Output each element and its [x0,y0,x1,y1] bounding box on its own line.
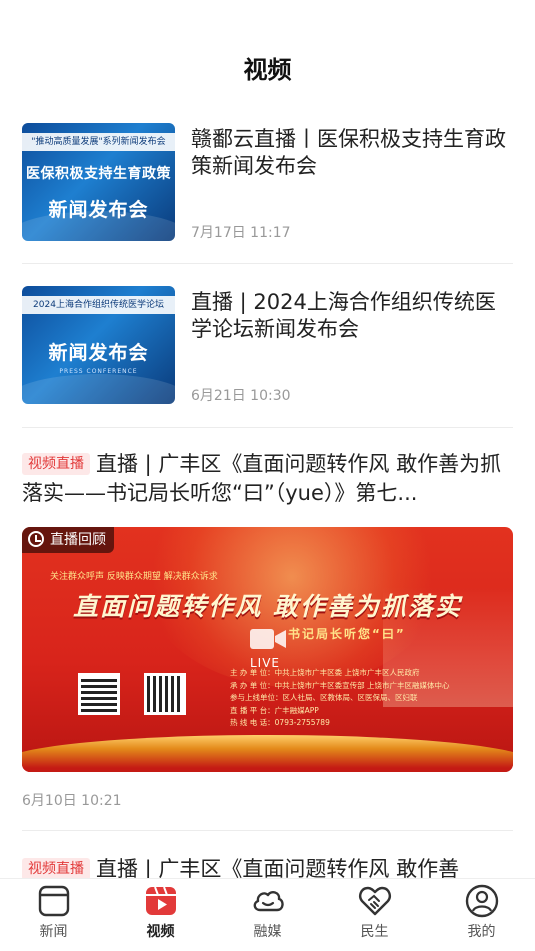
camera-icon [250,629,286,649]
clock-icon [28,531,44,547]
user-icon [465,884,498,918]
thumbnail-headline: 新闻发布会 [48,342,149,364]
tab-video[interactable]: 视频 [107,879,214,951]
list-item[interactable]: "推动高质量发展"系列新闻发布会 医保积极支持生育政策 新闻发布会 赣鄱云直播丨… [22,110,513,250]
tab-label: 新闻 [39,924,68,940]
live-list-item[interactable]: 视频直播 直播 | 广丰区《直面问题转作风 敢作善 [22,855,513,878]
thumbnail-banner: "推动高质量发展"系列新闻发布会 [22,133,175,151]
item-title[interactable]: 赣鄱云直播丨医保积极支持生育政策新闻发布会 [191,126,513,180]
list-item[interactable]: 2024上海合作组织传统医学论坛 新闻发布会 PRESS CONFERENCE … [22,273,513,413]
replay-badge: 直播回顾 [22,527,114,553]
news-icon [38,885,69,917]
live-item-time: 6月10日 10:21 [22,793,122,809]
banner-headline: 直面问题转作风 敢作善为抓落实 [73,592,462,621]
banner-subhead: 书记局长听您“曰” [288,627,406,641]
video-icon [145,886,176,915]
divider [22,427,513,428]
video-feed[interactable]: "推动高质量发展"系列新闻发布会 医保积极支持生育政策 新闻发布会 赣鄱云直播丨… [0,110,535,878]
bottom-tab-bar: 新闻 视频 融媒 民生 我的 [0,878,535,951]
heart-handshake-icon [358,886,391,916]
thumbnail-subtitle: 医保积极支持生育政策 [26,166,171,182]
tab-livelihood[interactable]: 民生 [321,879,428,951]
item-time: 6月21日 10:30 [191,388,291,404]
item-time: 7月17日 11:17 [191,225,291,241]
tab-label: 民生 [360,924,389,940]
live-item-title[interactable]: 视频直播 直播 | 广丰区《直面问题转作风 敢作善为抓落实——书记局长听您“曰”（… [22,450,513,508]
banner-info: 主 办 单 位：中共上饶市广丰区委 上饶市广丰区人民政府 承 办 单 位：中共上… [230,668,450,727]
video-live-tag: 视频直播 [22,858,90,878]
live-list-item[interactable]: 视频直播 直播 | 广丰区《直面问题转作风 敢作善为抓落实——书记局长听您“曰”（… [22,450,513,508]
video-thumbnail[interactable]: 2024上海合作组织传统医学论坛 新闻发布会 PRESS CONFERENCE [22,286,175,404]
video-thumbnail[interactable]: "推动高质量发展"系列新闻发布会 医保积极支持生育政策 新闻发布会 [22,123,175,241]
top-header: 视频 [0,0,535,110]
live-item-title[interactable]: 直播 | 广丰区《直面问题转作风 敢作善 [96,857,459,878]
qr-code [144,673,186,715]
video-live-tag: 视频直播 [22,453,90,475]
cloud-icon [253,891,284,912]
qr-code [78,673,120,715]
tab-label: 融媒 [253,924,282,940]
tab-media[interactable]: 融媒 [214,879,321,951]
live-replay-banner[interactable]: 关注群众呼声 反映群众期望 解决群众诉求 直面问题转作风 敢作善为抓落实 书记局… [22,527,513,772]
tab-mine[interactable]: 我的 [428,879,535,951]
thumbnail-banner: 2024上海合作组织传统医学论坛 [22,296,175,314]
tab-label: 我的 [467,924,496,940]
tab-label: 视频 [146,924,175,940]
divider [22,830,513,831]
divider [22,263,513,264]
page-title: 视频 [243,56,292,84]
banner-slogan: 关注群众呼声 反映群众期望 解决群众诉求 [50,572,218,582]
tab-news[interactable]: 新闻 [0,879,107,951]
item-title[interactable]: 直播 | 2024上海合作组织传统医学论坛新闻发布会 [191,289,513,343]
